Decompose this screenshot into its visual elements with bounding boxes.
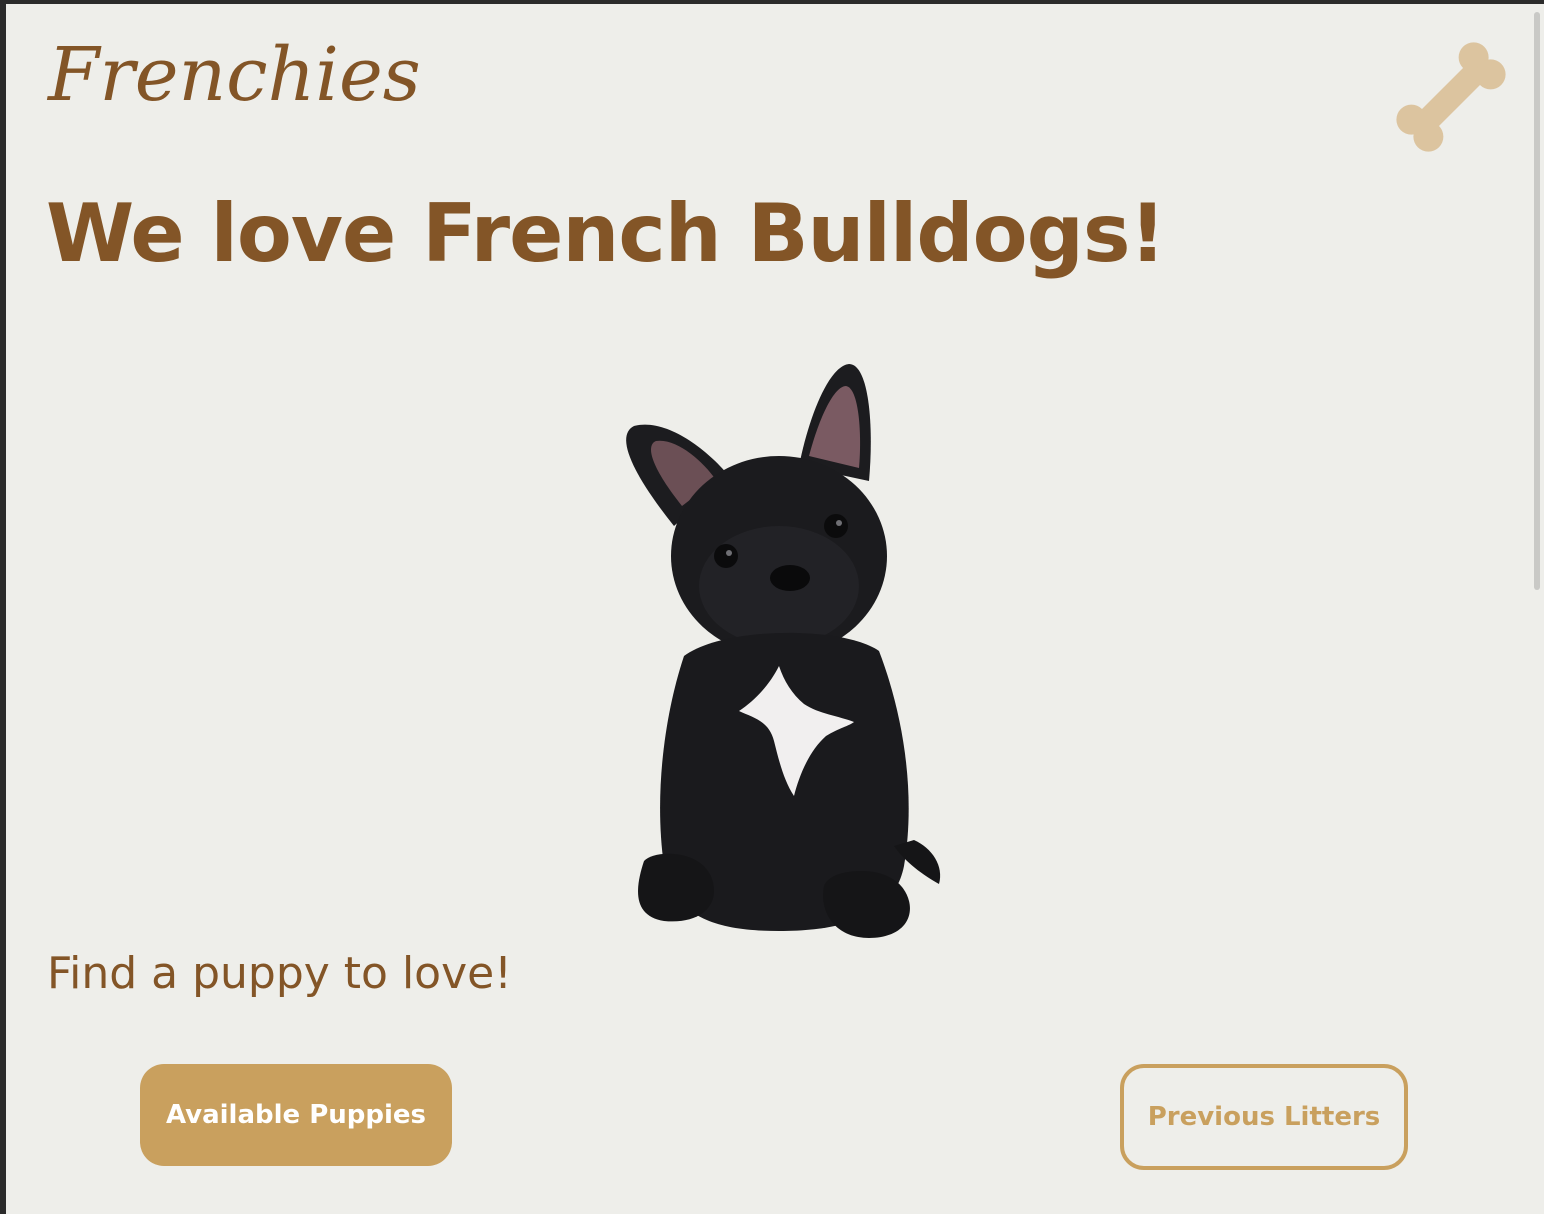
bone-icon <box>1396 42 1506 152</box>
site-logo[interactable]: Frenchies <box>48 38 421 112</box>
menu-button[interactable] <box>1396 42 1506 152</box>
scrollbar-thumb[interactable] <box>1534 12 1540 590</box>
puppy-image <box>626 364 941 938</box>
hero-tagline: Find a puppy to love! <box>47 948 512 999</box>
available-puppies-button[interactable]: Available Puppies <box>140 1064 452 1166</box>
browser-frame: Frenchies We love French Bulldogs! Find … <box>0 0 1544 1214</box>
scrollbar[interactable] <box>1528 4 1544 1214</box>
hero-headline: We love French Bulldogs! <box>46 187 1166 280</box>
page: Frenchies We love French Bulldogs! Find … <box>6 4 1544 1214</box>
previous-litters-button[interactable]: Previous Litters <box>1120 1064 1408 1170</box>
